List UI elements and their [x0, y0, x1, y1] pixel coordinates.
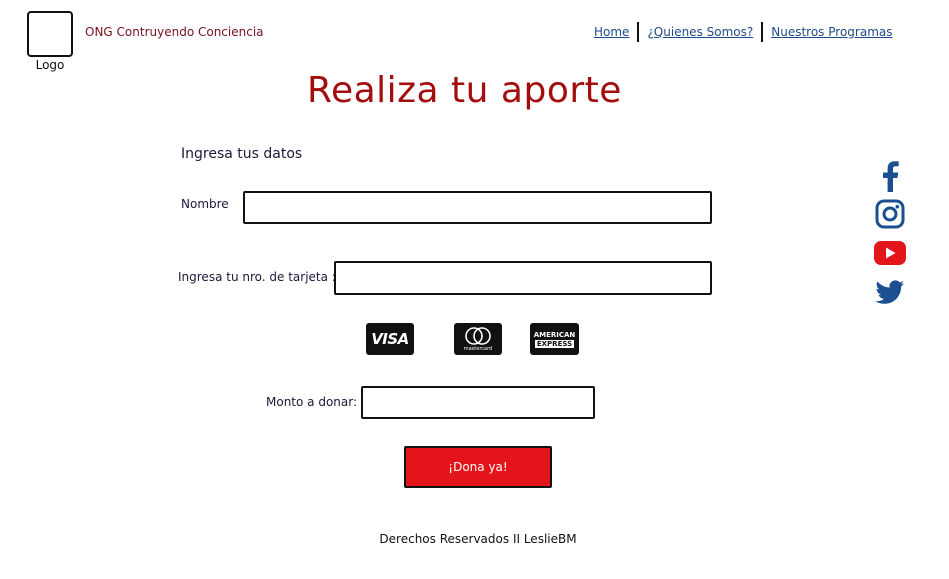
visa-card-icon: VISA — [366, 323, 414, 355]
page-title: Realiza tu aporte — [307, 70, 622, 111]
nombre-input[interactable] — [243, 191, 712, 224]
facebook-icon[interactable] — [872, 160, 908, 192]
youtube-icon[interactable] — [872, 240, 908, 266]
section-title: Ingresa tus datos — [181, 146, 303, 162]
amex-card-icon: AMERICAN EXPRESS — [530, 323, 579, 355]
tarjeta-label: Ingresa tu nro. de tarjeta : — [178, 270, 336, 284]
footer-text: Derechos Reservados II LeslieBM — [379, 532, 577, 546]
mastercard-label: mastercard — [463, 346, 493, 352]
tarjeta-input[interactable] — [334, 261, 712, 295]
monto-input[interactable] — [361, 386, 595, 419]
amex-label-line1: AMERICAN — [533, 330, 576, 339]
monto-label: Monto a donar: — [266, 395, 358, 409]
nav-quienes-somos-link[interactable]: ¿Quienes Somos? — [647, 25, 753, 39]
nav-divider — [761, 22, 764, 42]
amex-label-line2: EXPRESS — [534, 339, 575, 348]
nav-programas-link[interactable]: Nuestros Programas — [771, 25, 892, 39]
org-name: ONG Contruyendo Conciencia — [85, 25, 264, 39]
visa-label: VISA — [371, 330, 409, 348]
mastercard-circles-icon — [465, 327, 491, 345]
nav-divider — [637, 22, 640, 42]
twitter-icon[interactable] — [872, 280, 908, 306]
instagram-icon[interactable] — [872, 199, 908, 229]
mastercard-card-icon: mastercard — [454, 323, 502, 355]
top-nav: Home ¿Quienes Somos? Nuestros Programas — [594, 22, 893, 42]
nombre-label: Nombre — [181, 197, 229, 211]
logo-placeholder — [27, 11, 73, 57]
nav-home-link[interactable]: Home — [594, 25, 629, 39]
donate-button[interactable]: ¡Dona ya! — [404, 446, 552, 488]
